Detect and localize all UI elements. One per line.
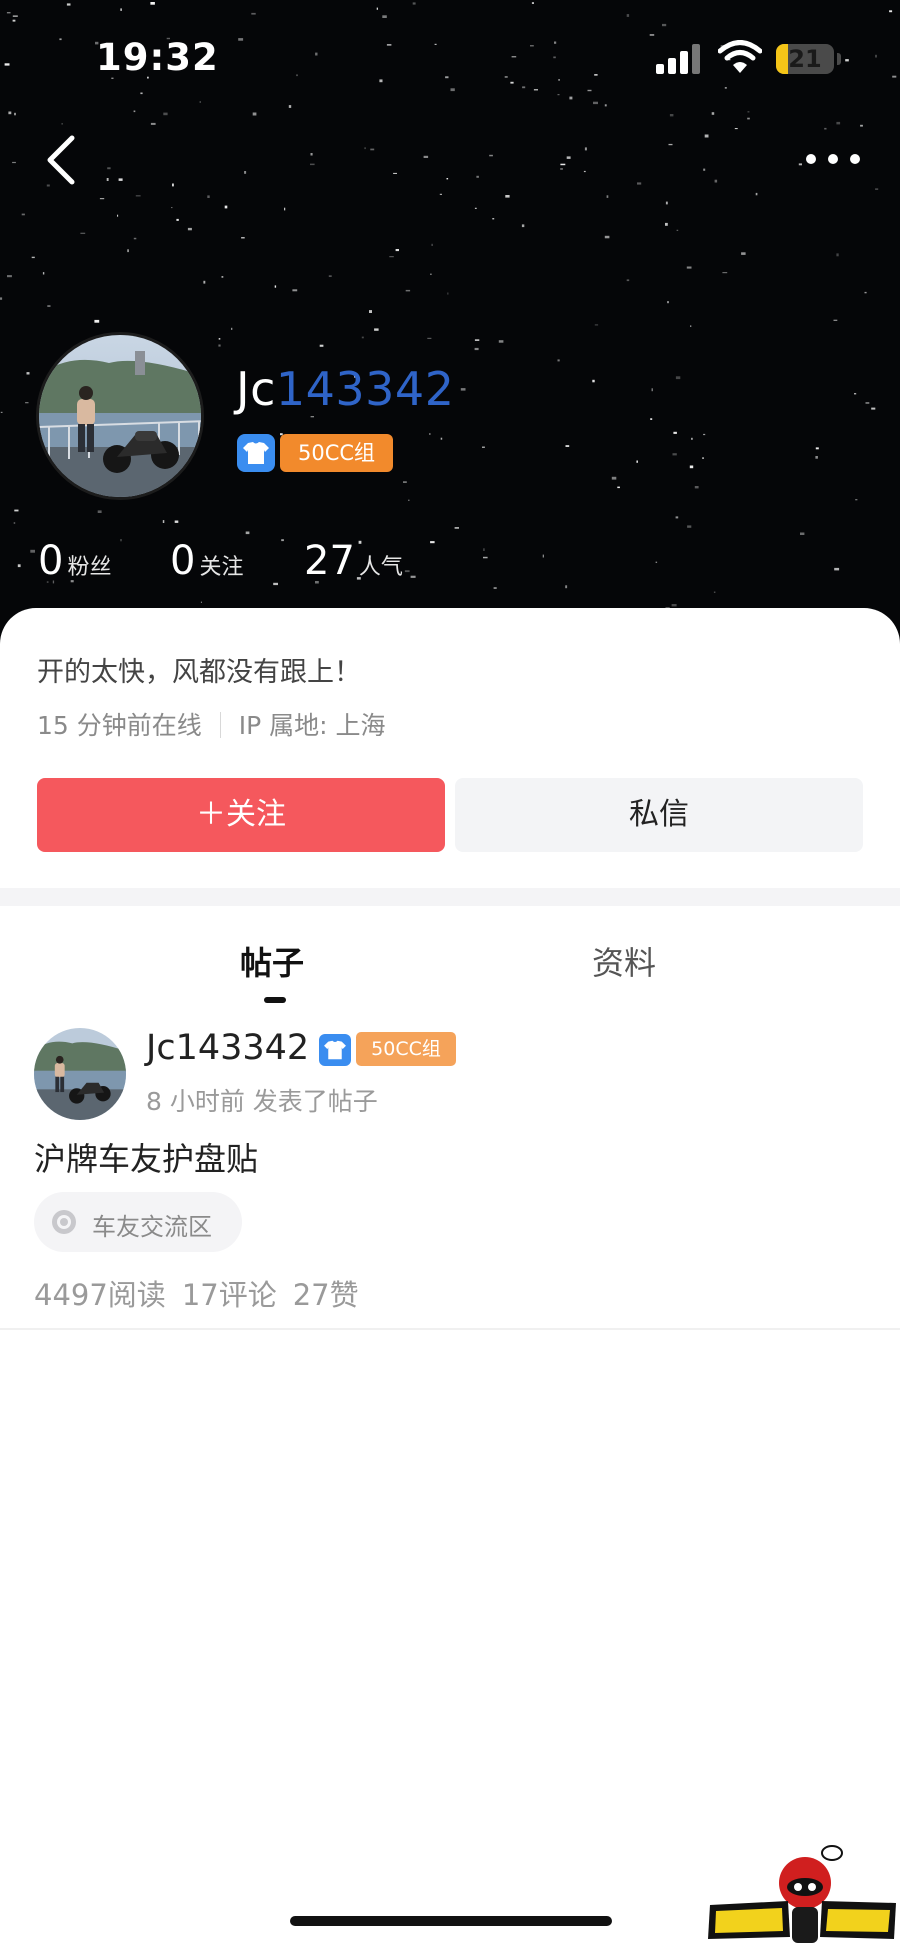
- cellular-signal-icon: [656, 44, 700, 74]
- forum-target-icon: [52, 1210, 76, 1234]
- profile-username: Jc143342: [236, 362, 454, 416]
- message-button[interactable]: 私信: [455, 778, 863, 852]
- post-item[interactable]: Jc143342 50CC组 8 小时前 发表了帖子 沪牌车友护盘贴 车友交流区…: [0, 1020, 900, 1330]
- post-likes: 27赞: [292, 1278, 359, 1312]
- tshirt-icon: [237, 434, 275, 472]
- post-author-avatar[interactable]: [34, 1028, 126, 1120]
- tab-profile-info[interactable]: 资料: [592, 938, 656, 984]
- stat-label: 粉丝: [67, 555, 112, 580]
- post-divider: [0, 1328, 900, 1330]
- active-tab-indicator: [264, 997, 286, 1003]
- stat-value: 0: [38, 538, 64, 584]
- username-highlight: 143342: [275, 362, 455, 416]
- tshirt-icon: [319, 1034, 351, 1066]
- post-reads: 4497阅读: [34, 1278, 166, 1312]
- stat-value: 0: [170, 538, 196, 584]
- forum-name: 车友交流区: [92, 1213, 212, 1241]
- status-bar: 19:32 21: [0, 0, 900, 120]
- stat-followers[interactable]: 0 粉丝: [38, 538, 111, 584]
- profile-bio: 开的太快，风都没有跟上！: [37, 657, 361, 688]
- section-gap: [0, 888, 900, 906]
- stat-popularity: 27 人气: [304, 538, 403, 584]
- status-time: 19:32: [96, 36, 219, 79]
- forum-tag[interactable]: 车友交流区: [34, 1192, 242, 1252]
- post-time: 8 小时前 发表了帖子: [146, 1087, 378, 1116]
- profile-meta: 15 分钟前在线 IP 属地: 上海: [37, 706, 386, 742]
- battery-level: 21: [788, 45, 822, 73]
- avatar-photo: [34, 1028, 126, 1120]
- site-watermark-logo: [708, 1845, 896, 1943]
- home-indicator[interactable]: [290, 1916, 612, 1926]
- battery-icon: 21: [776, 44, 834, 74]
- more-options-button[interactable]: [800, 140, 866, 180]
- ip-location: IP 属地: 上海: [238, 711, 386, 740]
- post-level-badge: 50CC组: [356, 1032, 456, 1066]
- back-button[interactable]: [38, 130, 88, 190]
- post-title[interactable]: 沪牌车友护盘贴: [34, 1134, 258, 1180]
- post-author-name[interactable]: Jc143342: [146, 1028, 309, 1068]
- stat-value: 27: [304, 538, 355, 584]
- profile-info-card: 开的太快，风都没有跟上！ 15 分钟前在线 IP 属地: 上海 ＋关注 私信: [0, 608, 900, 888]
- stat-label: 关注: [199, 555, 244, 580]
- post-comments: 17评论: [181, 1278, 277, 1312]
- avatar-photo: [39, 335, 201, 497]
- stat-following[interactable]: 0 关注: [170, 538, 243, 584]
- profile-header: 19:32 21 Jc143342 50CC组 0 粉丝 0 关注 27 人气: [0, 0, 900, 660]
- follow-button[interactable]: ＋关注: [37, 778, 445, 852]
- last-online: 15 分钟前在线: [37, 711, 202, 740]
- meta-divider: [219, 712, 221, 738]
- wifi-icon: [718, 40, 762, 73]
- profile-avatar[interactable]: [36, 332, 204, 500]
- stat-label: 人气: [358, 555, 403, 580]
- tab-posts[interactable]: 帖子: [240, 938, 304, 984]
- level-badge: 50CC组: [280, 434, 393, 472]
- username-prefix: Jc: [236, 362, 276, 416]
- battery-tip: [837, 53, 841, 65]
- post-stats: 4497阅读 17评论 27赞: [34, 1272, 375, 1314]
